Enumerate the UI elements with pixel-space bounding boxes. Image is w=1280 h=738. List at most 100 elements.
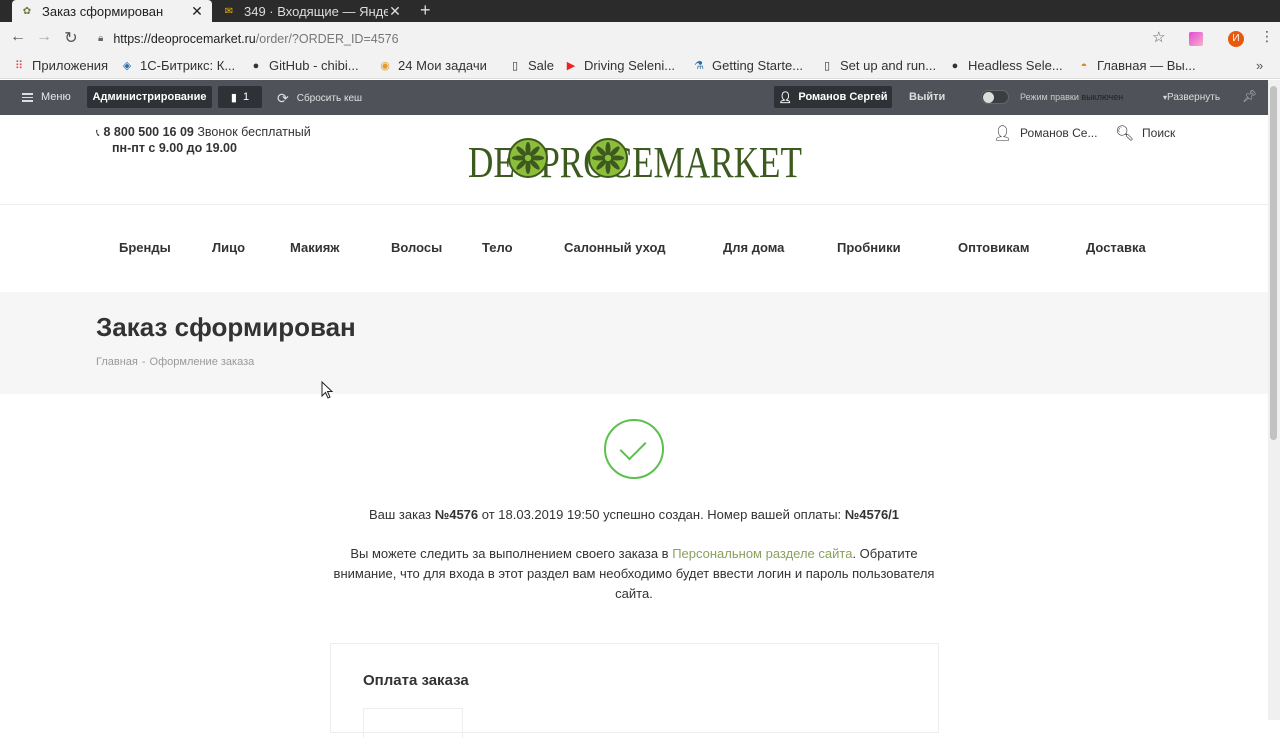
url-host: https://deoprocemarket.ru [113, 31, 256, 46]
apps-grid-icon: ⠿ [14, 59, 24, 72]
order-tracking-info: Вы можете следить за выполнением своего … [330, 544, 938, 604]
user-icon: 👤︎ [778, 91, 793, 104]
scrollbar-thumb[interactable] [1270, 86, 1277, 440]
phone-note: Звонок бесплатный [197, 125, 311, 139]
notifications-button[interactable]: ▮ 1 [218, 86, 262, 108]
edit-mode-text: Режим правки [1020, 92, 1079, 102]
hamburger-icon [22, 92, 33, 102]
admin-panel: Меню Администрирование ▮ 1 ⟳ Сбросить кеш … [0, 80, 1268, 115]
phone-number[interactable]: 8 800 500 16 09 [104, 125, 194, 139]
divider [0, 204, 1268, 205]
bookmark-main[interactable]: ◓ Главная — Вы... [1077, 58, 1196, 73]
bookmark-apps[interactable]: ⠿ Приложения [12, 58, 108, 73]
profile-avatar[interactable]: И [1228, 31, 1244, 47]
breadcrumb: Главная - Оформление заказа [96, 356, 254, 368]
bookmark-label: Driving Seleni... [584, 58, 676, 73]
administration-button[interactable]: Администрирование [87, 86, 212, 108]
burger-icon: ◓ [1080, 59, 1088, 72]
nav-item-delivery[interactable]: Доставка [1086, 240, 1146, 255]
address-bar-row: ← → ↻ 🔒︎ https://deoprocemarket.ru/order… [0, 22, 1280, 55]
reset-cache-button[interactable]: ⟳ Сбросить кеш [277, 90, 362, 107]
nav-item-samples[interactable]: Пробники [837, 240, 901, 255]
nav-item-face[interactable]: Лицо [212, 240, 245, 255]
personal-section-link[interactable]: Персональном разделе сайта [672, 546, 852, 561]
payment-method-card[interactable] [363, 708, 463, 738]
header-search-label: Поиск [1142, 126, 1176, 140]
bookmark-github[interactable]: ● GitHub - chibi... [249, 58, 359, 73]
forward-icon[interactable]: → [34, 28, 54, 46]
bookmarks-more-icon[interactable]: » [1256, 58, 1263, 73]
edit-mode-toggle[interactable] [981, 90, 1009, 104]
phone-icon: 📞︎ [96, 128, 100, 139]
bookmark-label: GitHub - chibi... [269, 58, 359, 73]
success-check-icon [604, 419, 664, 479]
close-icon[interactable]: ✕ [388, 3, 402, 20]
nav-item-makeup[interactable]: Макияж [290, 240, 340, 255]
edit-mode-state: выключен [1081, 92, 1124, 102]
extension-icon[interactable] [1189, 32, 1203, 46]
tab-mail[interactable]: ✉ 349 · Входящие — Яндекс.Почта ✕ [214, 0, 410, 22]
flask-icon: ⚗ [694, 59, 704, 72]
order-created-message: Ваш заказ №4576 от 18.03.2019 19:50 успе… [330, 505, 938, 525]
info-text-prefix: Вы можете следить за выполнением своего … [350, 546, 673, 561]
header-user-link[interactable]: 👤︎ Романов Се... [993, 124, 1097, 142]
nav-item-body[interactable]: Тело [482, 240, 513, 255]
bookmark-sale[interactable]: ▯ Sale [508, 58, 554, 73]
tab-order[interactable]: ✿ Заказ сформирован ✕ [12, 0, 212, 22]
payment-number: №4576/1 [844, 507, 900, 522]
bookmark-label: Приложения [32, 58, 109, 73]
breadcrumb-home[interactable]: Главная [96, 356, 138, 368]
star-icon[interactable]: ☆ [1152, 28, 1165, 46]
header-search[interactable]: 🔍︎ Поиск [1115, 124, 1175, 142]
page-icon: ▯ [511, 59, 519, 72]
nav-item-hair[interactable]: Волосы [391, 240, 442, 255]
url-field[interactable]: 🔒︎ https://deoprocemarket.ru/order/?ORDE… [98, 26, 1178, 51]
edit-mode-label: Режим правки выключен [1020, 92, 1123, 102]
logout-button[interactable]: Выйти [909, 91, 945, 103]
bookmark-label: 1С-Битрикс: К... [140, 58, 236, 73]
browser-tab-bar: ✿ Заказ сформирован ✕ ✉ 349 · Входящие —… [0, 0, 1280, 22]
bookmark-driving[interactable]: ▶ Driving Seleni... [564, 58, 675, 73]
back-icon[interactable]: ← [8, 28, 28, 46]
bookmark-tasks[interactable]: ◉ 24 Мои задачи [378, 58, 487, 73]
main-nav: Бренды Лицо Макияж Волосы Тело Салонный … [0, 240, 1268, 260]
github-icon: ● [252, 59, 260, 72]
bookmark-setup[interactable]: ▯ Set up and run... [820, 58, 936, 73]
bitrix-icon: ◈ [122, 59, 132, 72]
reload-icon[interactable]: ↻ [61, 28, 81, 48]
mouse-cursor-icon [321, 381, 333, 399]
payment-title: Оплата заказа [363, 672, 469, 689]
admin-menu-label: Меню [41, 91, 71, 103]
nav-item-wholesale[interactable]: Оптовикам [958, 240, 1029, 255]
lock-icon: 🔒︎ [98, 33, 104, 44]
nav-item-salon[interactable]: Салонный уход [564, 240, 666, 255]
deo-favicon: ✿ [22, 5, 32, 17]
user-icon: 👤︎ [993, 125, 1013, 142]
reset-cache-label: Сбросить кеш [296, 93, 363, 104]
admin-menu-button[interactable]: Меню [22, 91, 71, 103]
nav-item-home[interactable]: Для дома [723, 240, 784, 255]
bookmark-getting-started[interactable]: ⚗ Getting Starte... [692, 58, 803, 73]
order-text-mid: от 18.03.2019 19:50 успешно создан. Номе… [478, 507, 845, 522]
bookmark-label: Sale [528, 58, 555, 73]
new-tab-icon[interactable]: + [420, 0, 431, 22]
header-user-name: Романов Се... [1020, 126, 1098, 140]
bookmark-label: Set up and run... [840, 58, 937, 73]
nav-item-brands[interactable]: Бренды [119, 240, 171, 255]
order-text-prefix: Ваш заказ [368, 507, 435, 522]
url-path: /order/?ORDER_ID=4576 [255, 31, 399, 46]
menu-dots-icon[interactable]: ⋮ [1260, 28, 1274, 45]
site-logo[interactable]: DEOPROCEMARKET [468, 135, 802, 187]
pin-icon[interactable]: 📌︎ [1242, 89, 1257, 103]
page-icon: ▯ [823, 59, 831, 72]
notification-count: 1 [242, 91, 250, 103]
page-scrollbar[interactable] [1268, 80, 1280, 720]
order-number: №4576 [434, 507, 479, 522]
bookmark-headless[interactable]: ● Headless Sele... [948, 58, 1063, 73]
close-icon[interactable]: ✕ [190, 3, 204, 20]
expand-button[interactable]: ▾Развернуть [1163, 92, 1220, 103]
expand-label: Развернуть [1167, 92, 1221, 103]
work-hours: пн-пт с 9.00 до 19.00 [112, 141, 237, 155]
bookmark-bitrix[interactable]: ◈ 1С-Битрикс: К... [120, 58, 235, 73]
admin-user-button[interactable]: 👤︎ Романов Сергей [774, 86, 892, 108]
